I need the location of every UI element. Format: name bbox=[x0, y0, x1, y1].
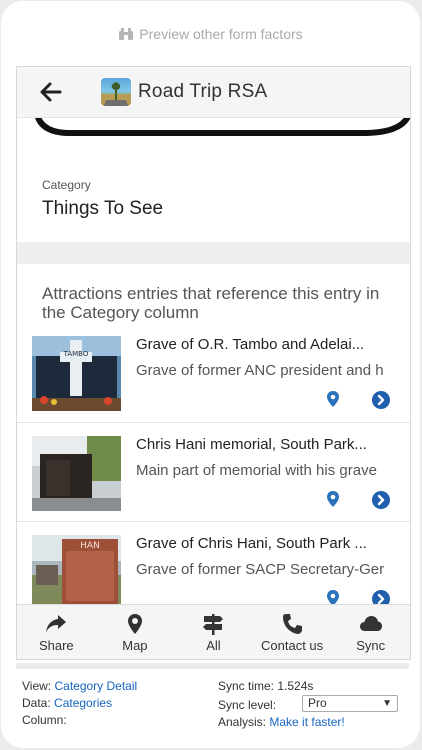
view-label: View: bbox=[22, 679, 52, 693]
share-button[interactable]: Share bbox=[17, 605, 96, 659]
list-item-title: Grave of Chris Hani, South Park ... bbox=[136, 535, 367, 552]
sync-label: Sync bbox=[356, 637, 386, 653]
detail-view[interactable]: Category Things To See Attractions entri… bbox=[17, 118, 410, 604]
category-detail-card: Category Things To See bbox=[17, 140, 410, 242]
category-label: Category bbox=[42, 178, 91, 192]
phone-icon bbox=[283, 613, 303, 634]
list-item[interactable]: HAN Grave of Chris Hani, South Park ... … bbox=[17, 521, 410, 604]
list-item-title: Chris Hani memorial, South Park... bbox=[136, 436, 367, 453]
list-item-subtitle: Grave of former ANC president and h bbox=[136, 362, 384, 379]
map-pin-icon[interactable] bbox=[326, 391, 340, 407]
column-info: Column: bbox=[22, 713, 67, 727]
analysis-info: Analysis: Make it faster! bbox=[218, 715, 345, 729]
category-value: Things To See bbox=[42, 198, 164, 219]
chevron-right-circle-icon[interactable] bbox=[372, 391, 390, 409]
list-item-title: Grave of O.R. Tambo and Adelai... bbox=[136, 336, 365, 353]
divider bbox=[16, 663, 409, 669]
data-info: Data: Categories bbox=[22, 696, 112, 710]
section-gap bbox=[17, 242, 410, 264]
bottom-toolbar: Share Map All Contact us Sync bbox=[17, 604, 410, 659]
map-pin-icon[interactable] bbox=[326, 491, 340, 507]
all-button[interactable]: All bbox=[174, 605, 253, 659]
list-item-subtitle: Main part of memorial with his grave bbox=[136, 462, 377, 479]
sync-button[interactable]: Sync bbox=[331, 605, 410, 659]
map-pin-icon bbox=[127, 613, 142, 634]
make-it-faster-link[interactable]: Make it faster! bbox=[269, 715, 344, 729]
caret-down-icon: ▼ bbox=[382, 698, 392, 709]
data-label: Data: bbox=[22, 696, 51, 710]
preview-label: Preview other form factors bbox=[139, 26, 303, 42]
tambo-grave-thumbnail: TAMBO bbox=[32, 336, 121, 411]
contact-us-label: Contact us bbox=[261, 637, 324, 653]
view-link[interactable]: Category Detail bbox=[54, 679, 137, 693]
related-attractions-list: Attractions entries that reference this … bbox=[17, 264, 410, 604]
app-header: Road Trip RSA bbox=[17, 67, 410, 118]
back-button[interactable] bbox=[37, 78, 65, 106]
binoculars-icon bbox=[119, 28, 134, 40]
related-list-heading: Attractions entries that reference this … bbox=[42, 284, 380, 322]
share-label: Share bbox=[38, 637, 74, 653]
sync-level-select[interactable]: Pro ▼ bbox=[302, 695, 398, 712]
thumbnail-text: HAN bbox=[80, 541, 100, 551]
list-item-subtitle: Grave of former SACP Secretary-Ger bbox=[136, 561, 385, 578]
app-preview: Road Trip RSA Category Things To See Att… bbox=[16, 66, 411, 660]
sync-level-label: Sync level: bbox=[218, 698, 277, 712]
hani-memorial-thumbnail bbox=[32, 436, 121, 511]
preview-other-form-factors[interactable]: Preview other form factors bbox=[1, 22, 420, 46]
share-icon bbox=[46, 614, 67, 632]
map-pin-icon[interactable] bbox=[326, 590, 340, 604]
signpost-icon bbox=[203, 613, 224, 635]
sync-time: Sync time: 1.524s bbox=[218, 679, 314, 693]
analysis-label: Analysis: bbox=[218, 715, 267, 729]
column-label: Column: bbox=[22, 713, 67, 727]
map-button[interactable]: Map bbox=[96, 605, 175, 659]
list-item[interactable]: TAMBO Grave of O.R. Tambo and Adelai... … bbox=[17, 323, 410, 422]
chevron-right-circle-icon[interactable] bbox=[372, 590, 390, 604]
data-link[interactable]: Categories bbox=[54, 696, 112, 710]
device-frame: Preview other form factors Road Trip RSA bbox=[1, 1, 420, 748]
all-label: All bbox=[206, 637, 221, 653]
contact-us-button[interactable]: Contact us bbox=[253, 605, 332, 659]
list-item[interactable]: Chris Hani memorial, South Park... Main … bbox=[17, 422, 410, 522]
view-info: View: Category Detail bbox=[22, 679, 137, 693]
sync-level-row: Sync level: Pro ▼ bbox=[218, 695, 408, 715]
cloud-icon bbox=[359, 615, 382, 631]
sync-level-value: Pro bbox=[308, 696, 327, 710]
thumbnail-text: TAMBO bbox=[63, 350, 89, 358]
chevron-right-circle-icon[interactable] bbox=[372, 491, 390, 509]
app-logo-icon bbox=[101, 78, 131, 106]
back-arrow-icon bbox=[40, 82, 62, 102]
map-label: Map bbox=[122, 637, 148, 653]
hani-grave-thumbnail: HAN bbox=[32, 535, 121, 604]
app-title: Road Trip RSA bbox=[138, 81, 268, 102]
